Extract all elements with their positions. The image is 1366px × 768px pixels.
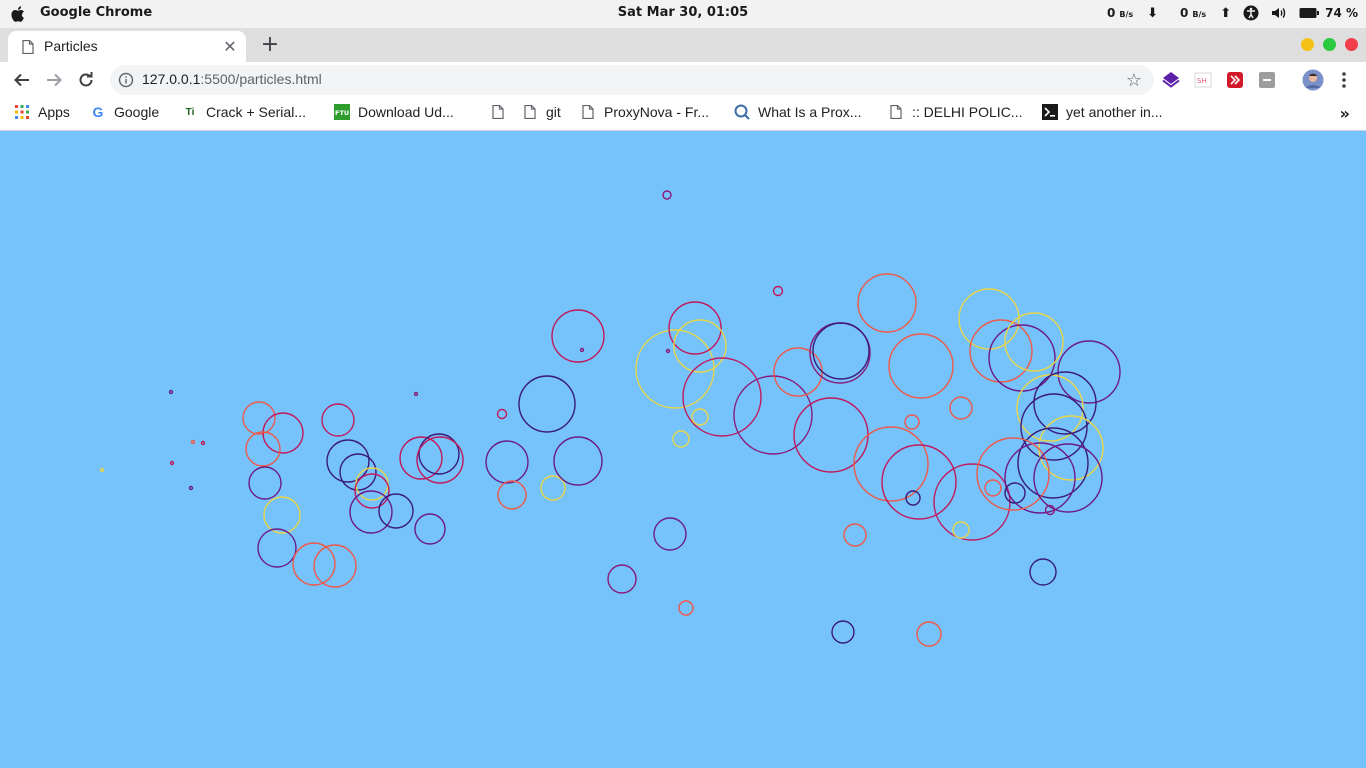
tab-strip: Particles ✕ bbox=[0, 28, 1366, 62]
bookmarks-bar: Apps G Google Ti Crack + Serial... FTU D… bbox=[0, 98, 1366, 131]
bookmarks-overflow-chevron-icon[interactable]: » bbox=[1340, 104, 1350, 123]
tab-particles[interactable]: Particles ✕ bbox=[8, 31, 246, 62]
close-window-button[interactable] bbox=[1345, 38, 1358, 51]
reload-icon bbox=[79, 72, 93, 87]
bookmark-google[interactable]: G Google bbox=[90, 104, 160, 120]
extension-diamond-icon[interactable] bbox=[1162, 71, 1180, 89]
tipu-icon: Ti bbox=[185, 106, 195, 118]
bookmark-star-icon[interactable]: ☆ bbox=[1126, 70, 1142, 91]
extension-sh-icon[interactable]: SH bbox=[1194, 71, 1212, 89]
clock[interactable]: Sat Mar 30, 01:05 bbox=[618, 5, 748, 20]
ftu-icon: FTU bbox=[334, 104, 350, 120]
proxy-icon bbox=[734, 104, 750, 120]
upload-arrow-icon: ⬆ bbox=[1220, 5, 1232, 21]
window-controls bbox=[1301, 38, 1358, 51]
system-tray: 0 B/s ⬇ 0 B/s ⬆ 74 % bbox=[1107, 5, 1358, 21]
bookmark-what-is-proxy[interactable]: What Is a Prox... bbox=[734, 104, 861, 120]
svg-text:FTU: FTU bbox=[335, 109, 349, 117]
net-upload-rate: 0 B/s bbox=[1180, 6, 1207, 20]
accessibility-icon[interactable] bbox=[1243, 5, 1259, 21]
particle-group bbox=[99, 190, 1121, 647]
bookmark-download-ud[interactable]: FTU Download Ud... bbox=[334, 104, 454, 120]
profile-avatar[interactable] bbox=[1302, 69, 1324, 91]
battery-percent[interactable]: 74 % bbox=[1325, 6, 1358, 20]
bookmark-delhi-police[interactable]: :: DELHI POLIC... bbox=[888, 104, 1022, 120]
minimize-button[interactable] bbox=[1301, 38, 1314, 51]
svg-text:SH: SH bbox=[1197, 77, 1207, 85]
bookmark-yet-another[interactable]: yet another in... bbox=[1042, 104, 1163, 120]
apps-grid-icon bbox=[14, 104, 30, 120]
url-text[interactable]: 127.0.0.1:5500/particles.html bbox=[142, 71, 322, 87]
tab-close-icon[interactable]: ✕ bbox=[222, 39, 238, 55]
address-bar[interactable]: 127.0.0.1:5500/particles.html ☆ bbox=[110, 65, 1154, 95]
particles-svg bbox=[99, 190, 1121, 647]
back-arrow-icon bbox=[14, 73, 29, 87]
active-app-name[interactable]: Google Chrome bbox=[40, 5, 152, 20]
new-tab-button[interactable]: + bbox=[258, 34, 282, 58]
file-icon bbox=[888, 104, 904, 120]
page-icon bbox=[22, 40, 34, 54]
forward-arrow-icon bbox=[47, 73, 62, 87]
browser-toolbar: 127.0.0.1:5500/particles.html ☆ SH bbox=[0, 62, 1366, 98]
terminal-icon bbox=[1042, 104, 1058, 120]
reload-button[interactable] bbox=[74, 68, 98, 92]
bookmark-apps[interactable]: Apps bbox=[14, 104, 70, 120]
bookmark-crack-serial[interactable]: Ti Crack + Serial... bbox=[182, 104, 306, 120]
forward-button[interactable] bbox=[42, 68, 66, 92]
back-button[interactable] bbox=[10, 68, 34, 92]
apple-icon[interactable] bbox=[11, 5, 27, 23]
bookmark-git[interactable]: git bbox=[522, 104, 561, 120]
extension-grey-icon[interactable] bbox=[1258, 71, 1276, 89]
battery-icon[interactable] bbox=[1299, 5, 1320, 21]
chrome-menu-button[interactable] bbox=[1332, 68, 1356, 92]
file-icon bbox=[522, 104, 538, 120]
extension-red-icon[interactable] bbox=[1226, 71, 1244, 89]
net-download-rate: 0 B/s bbox=[1107, 6, 1134, 20]
kebab-menu-icon bbox=[1342, 72, 1346, 88]
bookmark-untitled[interactable] bbox=[490, 104, 506, 120]
os-top-bar: Google Chrome Sat Mar 30, 01:05 0 B/s ⬇ … bbox=[0, 0, 1366, 28]
tab-title: Particles bbox=[44, 38, 98, 54]
file-icon bbox=[490, 104, 506, 120]
volume-icon[interactable] bbox=[1271, 5, 1287, 21]
download-arrow-icon: ⬇ bbox=[1147, 5, 1159, 21]
particles-canvas[interactable] bbox=[0, 132, 1366, 768]
maximize-button[interactable] bbox=[1323, 38, 1336, 51]
file-icon bbox=[580, 104, 596, 120]
bookmark-proxynova[interactable]: ProxyNova - Fr... bbox=[580, 104, 709, 120]
google-icon: G bbox=[92, 104, 104, 120]
site-info-icon[interactable] bbox=[118, 72, 134, 88]
